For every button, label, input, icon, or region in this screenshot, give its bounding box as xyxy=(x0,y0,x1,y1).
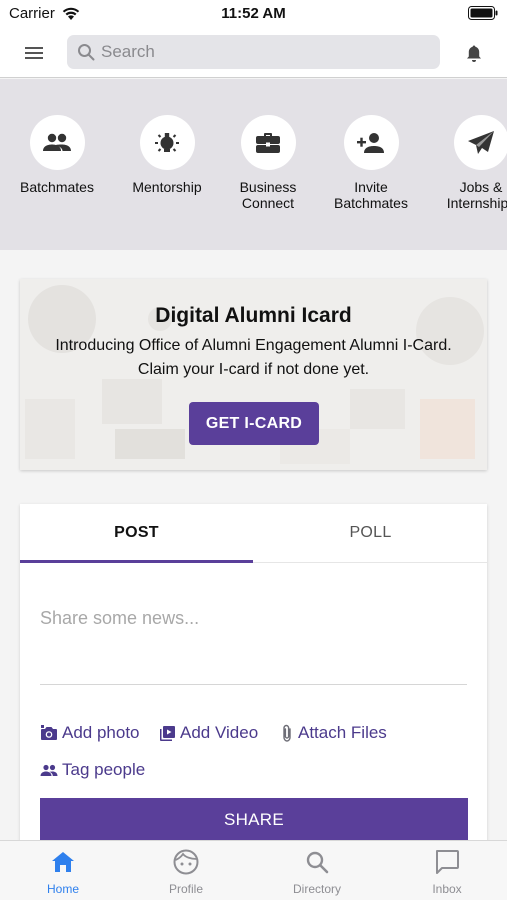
video-library-icon xyxy=(160,725,175,741)
nav-item-home[interactable]: Home xyxy=(0,849,126,896)
attach-files-label: Attach Files xyxy=(298,723,387,742)
quick-action-label: Jobs & Internships xyxy=(446,179,507,211)
quick-action-label: Invite Batchmates xyxy=(334,179,408,211)
quick-action-circle xyxy=(240,115,296,170)
quick-action-invite-batchmates[interactable]: Invite Batchmates xyxy=(316,115,426,211)
quick-action-jobs-internships[interactable]: Jobs & Internships xyxy=(426,115,507,211)
briefcase-icon xyxy=(256,132,280,153)
quick-actions-strip: Batchmates Mentorship Business Connect I… xyxy=(0,79,507,250)
icard-banner: Digital Alumni Icard Introducing Office … xyxy=(20,279,487,470)
bottom-navigation: Home Profile Directory Inbox xyxy=(0,840,507,900)
paper-plane-icon xyxy=(468,130,494,154)
icard-title: Digital Alumni Icard xyxy=(155,304,352,327)
home-icon xyxy=(52,852,74,872)
people-icon xyxy=(43,133,71,151)
nav-label-inbox: Inbox xyxy=(432,882,462,896)
quick-action-circle xyxy=(343,115,399,170)
search-icon xyxy=(306,851,329,874)
people-tag-icon xyxy=(40,764,58,776)
search-icon xyxy=(78,44,95,61)
clock-time: 11:52 AM xyxy=(221,5,286,22)
status-bar: Carrier 11:52 AM xyxy=(0,0,507,28)
app-screen: Carrier 11:52 AM Search Batchmates Mento… xyxy=(0,0,507,900)
person-add-icon xyxy=(357,132,384,153)
nav-label-profile: Profile xyxy=(168,882,203,896)
add-video-button[interactable]: Add Video xyxy=(159,723,258,743)
quick-action-label: Batchmates xyxy=(20,179,94,195)
get-icard-button[interactable]: GET I-CARD xyxy=(189,402,319,445)
tab-post[interactable]: POST xyxy=(20,504,253,563)
search-bar[interactable] xyxy=(67,35,440,69)
quick-action-business-connect[interactable]: Business Connect xyxy=(213,115,323,211)
nav-label-home: Home xyxy=(46,882,79,896)
tab-poll[interactable]: POLL xyxy=(254,504,487,563)
nav-item-directory[interactable]: Directory xyxy=(254,849,380,896)
quick-action-label: Mentorship xyxy=(132,179,202,195)
icard-description: Introducing Office of Alumni Engagement … xyxy=(55,337,452,378)
tag-people-button[interactable]: Tag people xyxy=(40,760,145,780)
chat-icon xyxy=(436,850,459,874)
quick-action-mentorship[interactable]: Mentorship xyxy=(112,115,222,195)
add-photo-label: Add photo xyxy=(62,723,140,742)
quick-action-label: Business Connect xyxy=(239,179,297,211)
camera-icon xyxy=(41,725,57,740)
nav-item-profile[interactable]: Profile xyxy=(123,849,249,896)
notification-bell-icon[interactable] xyxy=(465,44,483,64)
paperclip-icon xyxy=(283,724,291,742)
add-photo-button[interactable]: Add photo xyxy=(40,723,140,743)
hamburger-menu-icon[interactable] xyxy=(24,45,44,61)
input-underline xyxy=(40,684,467,685)
post-composer: POST POLL Add photo Add Video xyxy=(20,504,487,864)
nav-label-directory: Directory xyxy=(292,882,341,896)
quick-action-circle xyxy=(453,115,507,170)
search-input[interactable] xyxy=(101,35,421,69)
quick-action-circle xyxy=(139,115,195,170)
nav-item-inbox[interactable]: Inbox xyxy=(384,849,507,896)
share-news-input[interactable] xyxy=(40,602,467,634)
attach-files-button[interactable]: Attach Files xyxy=(280,723,387,743)
composer-tabs: POST POLL xyxy=(20,504,487,563)
lightbulb-icon xyxy=(155,132,179,152)
tag-people-label: Tag people xyxy=(62,760,146,779)
app-header xyxy=(0,28,507,78)
battery-icon xyxy=(468,6,498,20)
add-video-label: Add Video xyxy=(180,723,259,742)
share-button[interactable]: SHARE xyxy=(40,798,468,842)
quick-action-batchmates[interactable]: Batchmates xyxy=(2,115,112,195)
profile-face-icon xyxy=(173,849,199,875)
quick-action-circle xyxy=(29,115,85,170)
